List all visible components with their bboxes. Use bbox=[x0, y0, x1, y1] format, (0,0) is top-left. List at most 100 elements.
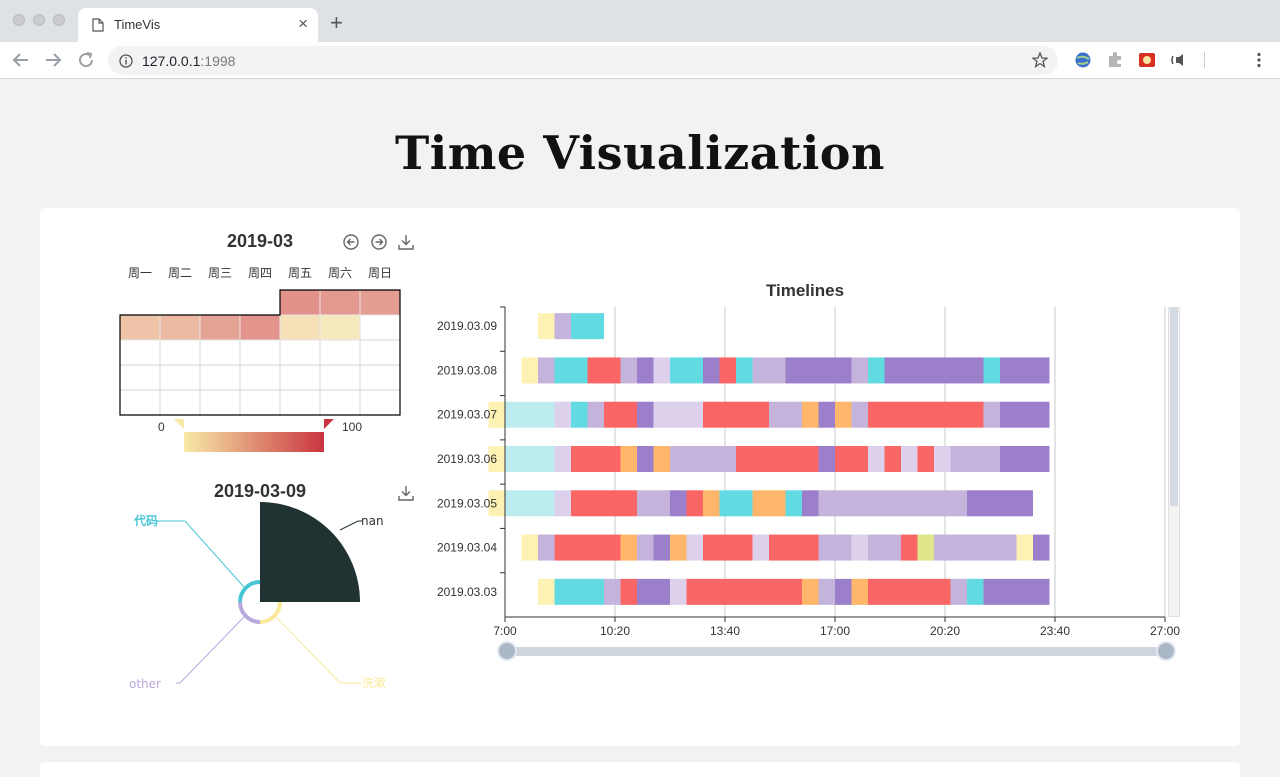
activity-segment[interactable] bbox=[571, 313, 604, 340]
reload-icon[interactable] bbox=[77, 51, 95, 69]
activity-segment[interactable] bbox=[802, 401, 819, 428]
activity-segment[interactable] bbox=[1000, 446, 1050, 472]
calendar-day-cell[interactable] bbox=[279, 389, 321, 416]
activity-segment[interactable] bbox=[637, 446, 654, 472]
activity-segment[interactable] bbox=[769, 534, 819, 561]
activity-segment[interactable] bbox=[653, 534, 671, 561]
calendar-day-cell[interactable] bbox=[359, 364, 401, 391]
activity-segment[interactable] bbox=[1016, 534, 1034, 561]
calendar-day-cell[interactable] bbox=[119, 314, 161, 341]
activity-segment[interactable] bbox=[587, 357, 621, 384]
calendar-day-cell[interactable] bbox=[119, 389, 161, 416]
activity-segment[interactable] bbox=[538, 313, 555, 340]
calendar-day-cell[interactable] bbox=[279, 339, 321, 366]
red-extension-icon[interactable] bbox=[1138, 51, 1156, 69]
activity-segment[interactable] bbox=[637, 357, 654, 384]
calendar-day-cell[interactable] bbox=[239, 339, 281, 366]
activity-segment[interactable] bbox=[554, 313, 572, 340]
calendar-day-cell[interactable] bbox=[279, 289, 321, 316]
activity-segment[interactable] bbox=[736, 446, 819, 472]
activity-segment[interactable] bbox=[587, 401, 605, 428]
activity-segment[interactable] bbox=[950, 578, 968, 605]
activity-segment[interactable] bbox=[934, 534, 1017, 561]
activity-segment[interactable] bbox=[620, 534, 638, 561]
activity-segment[interactable] bbox=[637, 578, 670, 605]
activity-segment[interactable] bbox=[719, 490, 753, 517]
activity-segment[interactable] bbox=[505, 401, 555, 428]
activity-segment[interactable] bbox=[736, 357, 753, 384]
calendar-day-cell[interactable] bbox=[359, 314, 401, 341]
calendar-day-cell[interactable] bbox=[319, 289, 361, 316]
activity-segment[interactable] bbox=[571, 401, 588, 428]
activity-segment[interactable] bbox=[703, 490, 720, 517]
activity-segment[interactable] bbox=[686, 578, 803, 605]
activity-segment[interactable] bbox=[752, 534, 770, 561]
activity-segment[interactable] bbox=[851, 534, 869, 561]
activity-segment[interactable] bbox=[505, 446, 555, 472]
activity-segment[interactable] bbox=[637, 490, 670, 517]
activity-segment[interactable] bbox=[538, 534, 555, 561]
activity-segment[interactable] bbox=[917, 446, 935, 472]
activity-segment[interactable] bbox=[670, 578, 687, 605]
activity-segment[interactable] bbox=[884, 446, 902, 472]
activity-segment[interactable] bbox=[785, 357, 852, 384]
activity-segment[interactable] bbox=[802, 578, 819, 605]
calendar-day-cell[interactable] bbox=[319, 314, 361, 341]
activity-segment[interactable] bbox=[1000, 401, 1050, 428]
activity-segment[interactable] bbox=[554, 401, 572, 428]
calendar-day-cell[interactable] bbox=[319, 339, 361, 366]
prev-month-icon[interactable] bbox=[342, 233, 360, 251]
calendar-day-cell[interactable] bbox=[159, 364, 201, 391]
activity-segment[interactable] bbox=[653, 446, 671, 472]
activity-segment[interactable] bbox=[752, 490, 786, 517]
slider-handle-end[interactable] bbox=[1156, 641, 1176, 661]
activity-segment[interactable] bbox=[983, 357, 1001, 384]
activity-segment[interactable] bbox=[554, 578, 605, 605]
activity-segment[interactable] bbox=[686, 490, 704, 517]
activity-segment[interactable] bbox=[571, 490, 637, 517]
slider-handle-start[interactable] bbox=[497, 641, 517, 661]
nan-sector[interactable] bbox=[260, 502, 360, 602]
menu-kebab-icon[interactable] bbox=[1250, 51, 1268, 69]
calendar-day-cell[interactable] bbox=[159, 339, 201, 366]
calendar-day-cell[interactable] bbox=[319, 389, 361, 416]
globe-extension-icon[interactable] bbox=[1074, 51, 1092, 69]
activity-segment[interactable] bbox=[752, 357, 786, 384]
window-maximize-button[interactable] bbox=[53, 14, 65, 26]
activity-segment[interactable] bbox=[868, 401, 984, 428]
activity-segment[interactable] bbox=[670, 357, 703, 384]
window-close-button[interactable] bbox=[13, 14, 25, 26]
back-icon[interactable] bbox=[12, 51, 30, 69]
activity-segment[interactable] bbox=[851, 401, 869, 428]
calendar-day-cell[interactable] bbox=[279, 364, 321, 391]
activity-segment[interactable] bbox=[967, 490, 1033, 517]
calendar-day-cell[interactable] bbox=[199, 364, 241, 391]
activity-segment[interactable] bbox=[670, 490, 687, 517]
activity-segment[interactable] bbox=[835, 401, 852, 428]
puzzle-extension-icon[interactable] bbox=[1106, 51, 1124, 69]
activity-segment[interactable] bbox=[653, 401, 704, 428]
activity-segment[interactable] bbox=[686, 534, 704, 561]
activity-segment[interactable] bbox=[967, 578, 984, 605]
activity-segment[interactable] bbox=[851, 357, 869, 384]
activity-segment[interactable] bbox=[934, 446, 951, 472]
calendar-day-cell[interactable] bbox=[199, 314, 241, 341]
other-arc[interactable] bbox=[238, 601, 261, 624]
activity-segment[interactable] bbox=[818, 490, 968, 517]
activity-segment[interactable] bbox=[851, 578, 869, 605]
activity-segment[interactable] bbox=[653, 357, 671, 384]
calendar-day-cell[interactable] bbox=[279, 314, 321, 341]
activity-segment[interactable] bbox=[950, 446, 1001, 472]
calendar-day-cell[interactable] bbox=[359, 339, 401, 366]
activity-segment[interactable] bbox=[703, 534, 753, 561]
calendar-day-cell[interactable] bbox=[199, 389, 241, 416]
activity-segment[interactable] bbox=[785, 490, 803, 517]
activity-segment[interactable] bbox=[604, 578, 621, 605]
activity-segment[interactable] bbox=[703, 357, 720, 384]
activity-segment[interactable] bbox=[538, 357, 555, 384]
calendar-day-cell[interactable] bbox=[359, 289, 401, 316]
activity-segment[interactable] bbox=[1033, 534, 1050, 561]
activity-segment[interactable] bbox=[868, 446, 885, 472]
wash-arc[interactable] bbox=[259, 601, 282, 624]
activity-segment[interactable] bbox=[637, 534, 654, 561]
